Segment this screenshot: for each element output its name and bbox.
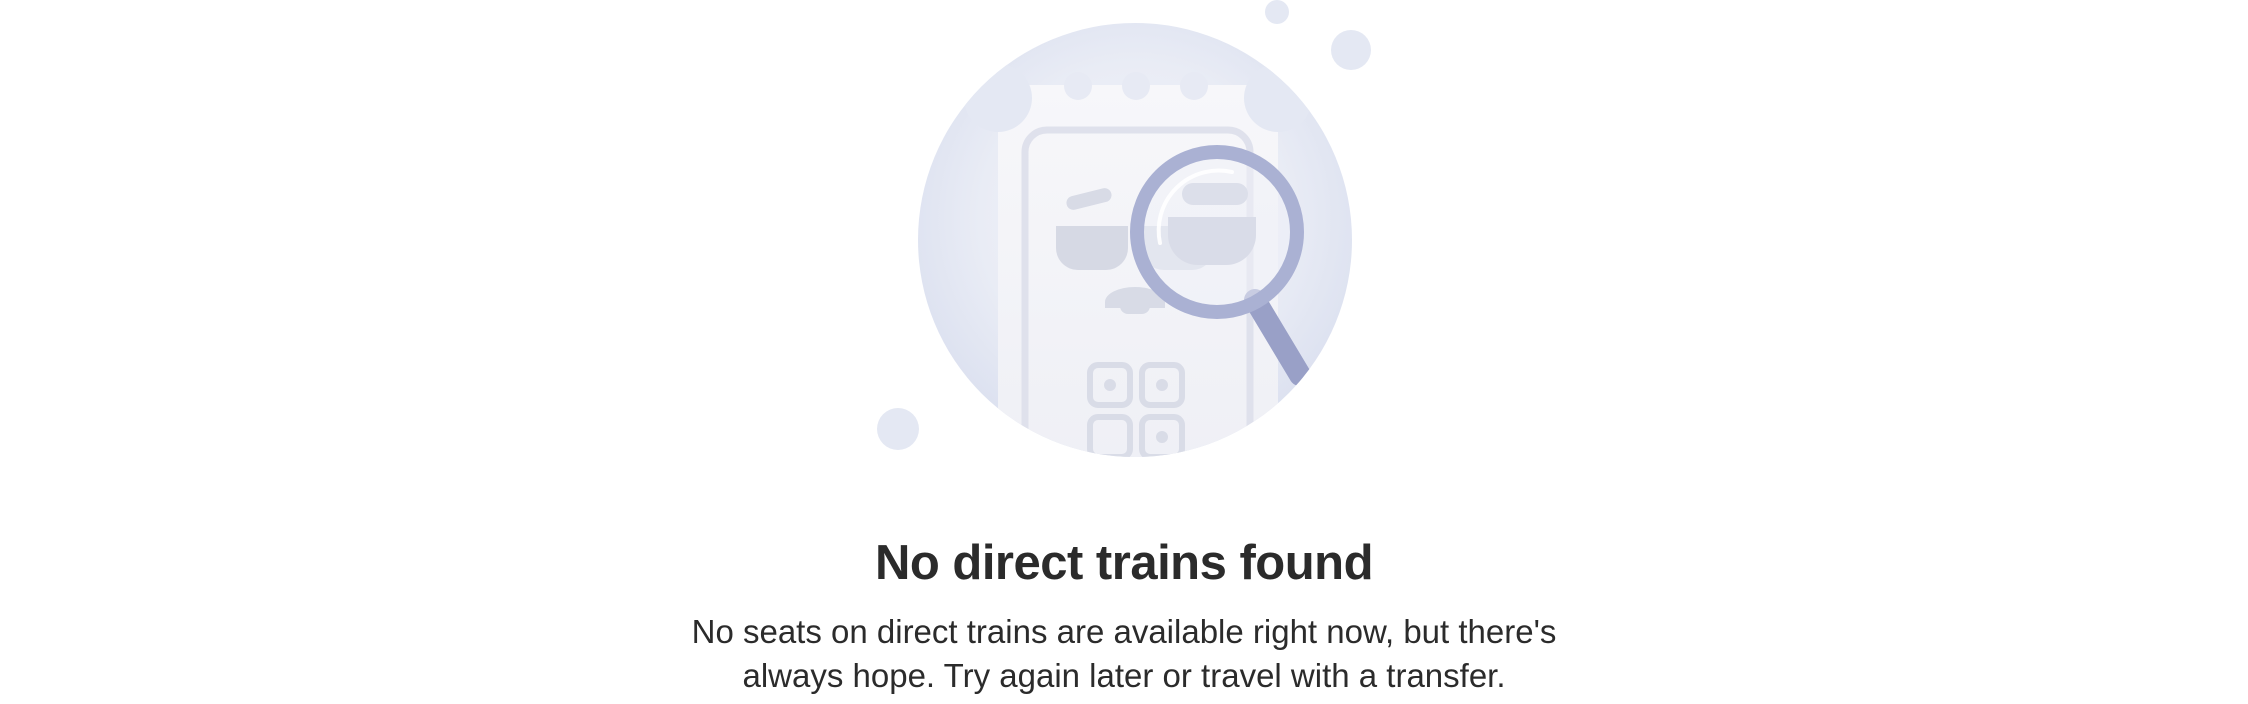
empty-state-title: No direct trains found: [874, 536, 1374, 590]
decor-bubble-medium: [1331, 30, 1371, 70]
empty-state-message: No seats on direct trains are available …: [624, 610, 1624, 698]
empty-state-message-line: No seats on direct trains are available …: [691, 613, 1557, 650]
decor-bubble-small: [1265, 0, 1289, 24]
empty-state-page: No direct trains found No seats on direc…: [0, 0, 2248, 704]
decor-bubble-left: [877, 408, 919, 450]
ticket-magnifier-icon: [877, 0, 1371, 457]
magnifier: [1130, 145, 1304, 319]
empty-state-message-line: always hope. Try again later or travel w…: [742, 657, 1506, 694]
